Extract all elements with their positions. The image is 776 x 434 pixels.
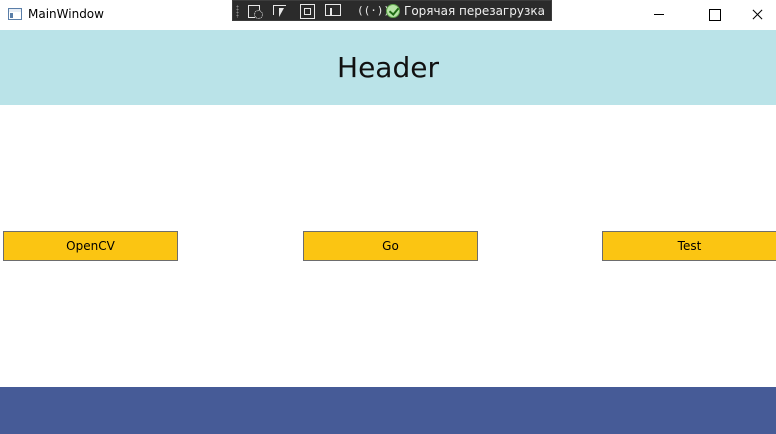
opencv-button[interactable]: OpenCV	[3, 231, 178, 261]
window-title: MainWindow	[28, 7, 104, 21]
hot-reload-icon[interactable]: ((·))	[357, 4, 390, 18]
track-focus-icon[interactable]	[299, 4, 315, 19]
hot-reload-status[interactable]: Горячая перезагрузка	[404, 4, 545, 18]
layout-adorner-icon[interactable]	[325, 4, 341, 18]
close-button[interactable]	[734, 0, 776, 30]
header-panel: Header	[0, 30, 776, 105]
maximize-button[interactable]	[691, 0, 737, 30]
header-title: Header	[337, 51, 439, 84]
chevron-left-icon[interactable]: ‹	[538, 3, 543, 17]
display-adorners-icon[interactable]	[273, 4, 289, 18]
minimize-button[interactable]	[636, 0, 682, 30]
xaml-debug-toolbar: ((·)) Горячая перезагрузка ‹	[232, 0, 552, 21]
select-element-icon[interactable]	[247, 4, 263, 19]
footer-panel	[0, 387, 776, 434]
checkmark-icon	[386, 4, 400, 18]
toolbar-grip-icon[interactable]	[236, 5, 239, 18]
test-button[interactable]: Test	[602, 231, 776, 261]
app-window-icon	[8, 8, 22, 20]
go-button[interactable]: Go	[303, 231, 478, 261]
